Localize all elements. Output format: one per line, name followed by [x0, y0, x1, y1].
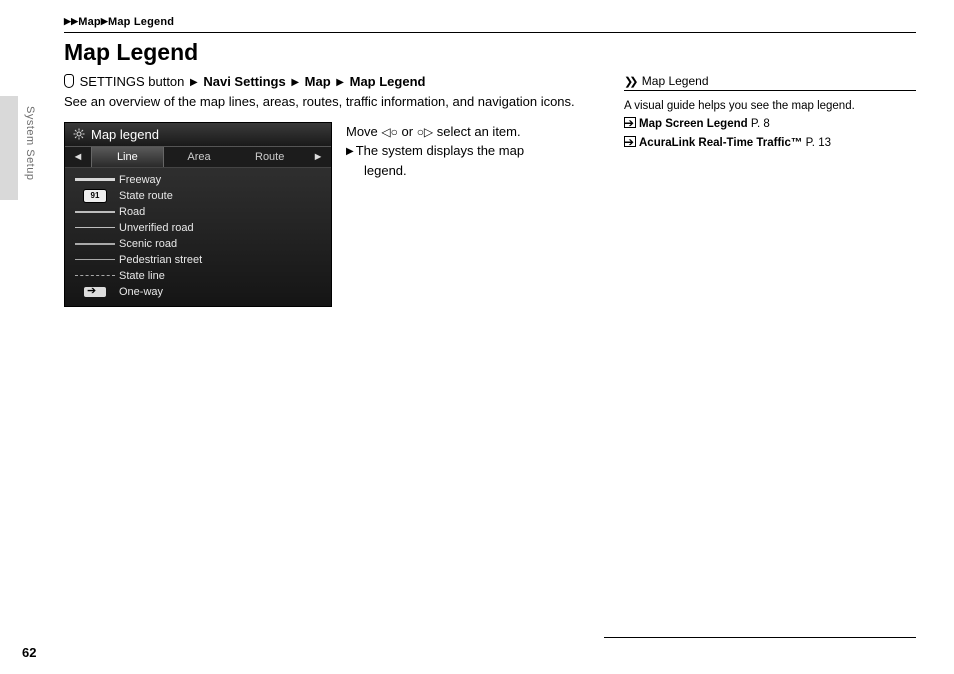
tri-icon: ▶ [190, 77, 198, 88]
nav-path: SETTINGS button ▶ Navi Settings ▶ Map ▶ … [64, 74, 604, 89]
legend-row: Road [65, 204, 331, 220]
legend-row: 91 State route [65, 188, 331, 204]
legend-row: Freeway [65, 172, 331, 188]
tri-icon: ▶ [291, 77, 299, 88]
main-column: SETTINGS button ▶ Navi Settings ▶ Map ▶ … [64, 74, 604, 307]
right-arrow-icon[interactable]: ► [305, 147, 331, 167]
legend-row: State line [65, 268, 331, 284]
screenshot-body: Freeway 91 State route Road Unverified road S… [65, 168, 331, 306]
screenshot: Map legend ◄ Line Area Route ► Freeway 91… [64, 122, 332, 307]
legend-row: Pedestrian street [65, 252, 331, 268]
legend-swatch [71, 243, 119, 245]
link-icon [624, 117, 636, 128]
legend-row: Scenic road [65, 236, 331, 252]
crumb-2: Map Legend [108, 16, 174, 28]
intro-text: See an overview of the map lines, areas,… [64, 93, 604, 112]
page-title: Map Legend [64, 39, 916, 66]
legend-label: State line [119, 270, 165, 282]
side-tab [0, 96, 18, 200]
legend-swatch [71, 211, 119, 213]
shield-icon: 91 [84, 190, 106, 202]
oneway-icon [84, 287, 106, 297]
legend-swatch [71, 227, 119, 228]
note-column: ❯❯ Map Legend A visual guide helps you s… [624, 74, 916, 307]
joystick-left-icon: ◁○ [381, 123, 397, 141]
screenshot-header: Map legend [65, 123, 331, 147]
tri-icon: ▶ [336, 77, 344, 88]
settings-button-icon [64, 74, 74, 88]
screenshot-tabs: ◄ Line Area Route ► [65, 147, 331, 168]
legend-row: Unverified road [65, 220, 331, 236]
legend-swatch: 91 [71, 190, 119, 202]
legend-label: State route [119, 190, 173, 202]
tri-icon: ▶ [101, 16, 108, 26]
tab-line[interactable]: Line [91, 147, 164, 167]
left-arrow-icon[interactable]: ◄ [65, 147, 91, 167]
path-step: Navi Settings [203, 74, 285, 89]
screenshot-title: Map legend [91, 127, 159, 142]
page-number: 62 [22, 645, 36, 660]
joystick-right-icon: ○▷ [417, 123, 433, 141]
breadcrumb: ▶▶Map▶Map Legend [64, 16, 916, 28]
legend-label: Unverified road [119, 222, 194, 234]
instr-line-1: Move ◁○ or ○▷ select an item. [346, 122, 524, 142]
gear-icon [73, 128, 85, 140]
instructions: Move ◁○ or ○▷ select an item. ▶The syste… [346, 122, 524, 181]
rule [64, 32, 916, 33]
crumb-1: Map [78, 16, 101, 28]
legend-label: One-way [119, 286, 163, 298]
legend-row: One-way [65, 284, 331, 300]
tab-route[interactable]: Route [234, 147, 305, 167]
chevrons-icon: ❯❯ [624, 75, 634, 88]
note-text: A visual guide helps you see the map leg… [624, 97, 916, 115]
legend-label: Road [119, 206, 145, 218]
link-icon [624, 136, 636, 147]
instr-line-2: ▶The system displays the map legend.The … [346, 141, 524, 180]
legend-swatch [71, 275, 119, 276]
tab-area[interactable]: Area [164, 147, 235, 167]
path-button: SETTINGS button [80, 74, 185, 89]
tri-icon: ▶▶ [64, 16, 78, 26]
note-ref: Map Screen Legend P. 8 [624, 115, 916, 133]
note-ref: AcuraLink Real-Time Traffic™ P. 13 [624, 134, 916, 152]
legend-label: Freeway [119, 174, 161, 186]
tri-icon: ▶ [346, 146, 354, 157]
legend-label: Scenic road [119, 238, 177, 250]
path-step: Map Legend [350, 74, 426, 89]
legend-label: Pedestrian street [119, 254, 202, 266]
rule [604, 637, 916, 638]
path-step: Map [305, 74, 331, 89]
legend-swatch [71, 259, 119, 260]
legend-swatch [71, 287, 119, 297]
note-heading: ❯❯ Map Legend [624, 74, 916, 91]
section-label: System Setup [24, 106, 36, 180]
legend-swatch [71, 178, 119, 181]
